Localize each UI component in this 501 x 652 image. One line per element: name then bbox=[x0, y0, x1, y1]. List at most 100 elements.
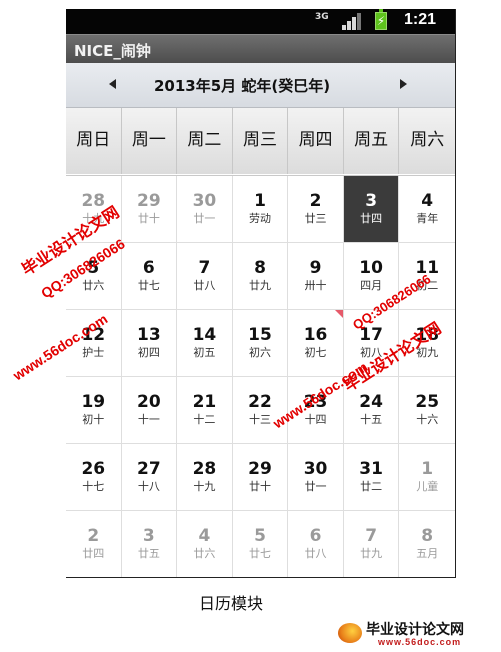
day-number: 18 bbox=[415, 325, 440, 345]
lunar-label: 廿十 bbox=[248, 480, 271, 493]
network-3g-icon: 3G bbox=[315, 12, 329, 22]
day-cell[interactable]: 25 十六 bbox=[399, 377, 455, 444]
lunar-label: 廿七 bbox=[248, 547, 271, 560]
day-cell[interactable]: 14 初五 bbox=[177, 310, 233, 377]
day-cell[interactable]: 1 劳动 bbox=[232, 176, 289, 243]
selected-day-cell[interactable]: 3 廿四 bbox=[343, 176, 400, 243]
day-cell[interactable]: 24 十五 bbox=[343, 377, 400, 444]
day-number: 6 bbox=[142, 258, 155, 278]
logo-mark-icon bbox=[338, 623, 362, 643]
figure-caption: 日历模块 bbox=[198, 594, 263, 613]
day-cell[interactable]: 7 廿九 bbox=[343, 511, 400, 577]
lunar-label: 十七 bbox=[82, 480, 105, 493]
day-cell[interactable]: 9 卅十 bbox=[288, 243, 344, 310]
lunar-label: 廿五 bbox=[137, 547, 160, 560]
day-number: 11 bbox=[415, 258, 440, 278]
day-number: 4 bbox=[198, 526, 211, 546]
weekday-header: 周日 周一 周二 周三 周四 周五 周六 bbox=[66, 108, 455, 174]
lunar-label: 廿七 bbox=[137, 279, 160, 292]
day-cell[interactable]: 7 廿八 bbox=[177, 243, 233, 310]
day-cell[interactable]: 5 廿七 bbox=[232, 511, 289, 577]
day-number: 7 bbox=[198, 258, 211, 278]
day-cell[interactable]: 1 儿童 bbox=[399, 444, 455, 511]
day-number: 20 bbox=[137, 392, 161, 412]
lunar-label: 护士 bbox=[82, 346, 105, 359]
weekday-sunday: 周日 bbox=[66, 108, 122, 174]
day-cell[interactable]: 26 十七 bbox=[66, 444, 122, 511]
lunar-label: 十六 bbox=[416, 413, 439, 426]
lunar-label: 初四 bbox=[137, 346, 160, 359]
day-cell[interactable]: 4 青年 bbox=[399, 176, 455, 243]
day-number: 19 bbox=[81, 392, 106, 412]
lunar-label: 初九 bbox=[416, 346, 439, 359]
day-cell[interactable]: 2 廿四 bbox=[66, 511, 122, 577]
lunar-label: 初二 bbox=[416, 279, 439, 292]
day-number: 9 bbox=[309, 258, 322, 278]
day-cell[interactable]: 12 护士 bbox=[66, 310, 122, 377]
day-cell[interactable]: 8 廿九 bbox=[232, 243, 289, 310]
day-cell[interactable]: 30 廿一 bbox=[288, 444, 344, 511]
status-bar: 3G ⚡ 1:21 bbox=[66, 9, 455, 34]
day-cell[interactable]: 29 廿十 bbox=[232, 444, 289, 511]
day-cell[interactable]: 16 初七 bbox=[288, 310, 344, 377]
lunar-label: 劳动 bbox=[248, 212, 271, 225]
day-number: 28 bbox=[81, 191, 106, 211]
day-number: 26 bbox=[81, 459, 106, 479]
day-number: 3 bbox=[142, 526, 155, 546]
day-number: 6 bbox=[309, 526, 322, 546]
day-cell[interactable]: 11 初二 bbox=[399, 243, 455, 310]
logo-text: 毕业设计论文网 bbox=[366, 622, 464, 638]
lunar-label: 廿一 bbox=[304, 480, 327, 493]
day-cell[interactable]: 21 十二 bbox=[177, 377, 233, 444]
day-number: 22 bbox=[248, 392, 272, 412]
day-cell[interactable]: 6 廿七 bbox=[121, 243, 178, 310]
logo-url: www.56doc.com bbox=[378, 637, 462, 647]
day-number: 7 bbox=[365, 526, 378, 546]
lunar-label: 廿二 bbox=[360, 480, 383, 493]
day-number: 2 bbox=[87, 526, 100, 546]
event-marker-icon bbox=[334, 310, 343, 318]
lunar-label: 十一 bbox=[137, 413, 160, 426]
day-number: 1 bbox=[254, 191, 266, 211]
day-cell[interactable]: 27 十八 bbox=[121, 444, 178, 511]
day-cell[interactable]: 28 十九 bbox=[177, 444, 233, 511]
month-title: 2013年5月 蛇年(癸巳年) bbox=[154, 77, 331, 95]
lunar-label: 初十 bbox=[82, 413, 105, 426]
day-number: 16 bbox=[303, 325, 328, 345]
day-cell[interactable]: 15 初六 bbox=[232, 310, 289, 377]
day-cell[interactable]: 8 五月 bbox=[399, 511, 455, 577]
lunar-label: 廿六 bbox=[193, 547, 216, 560]
day-cell[interactable]: 20 十一 bbox=[121, 377, 178, 444]
day-cell[interactable]: 22 十三 bbox=[232, 377, 289, 444]
app-title-bar: NICE_闹钟 bbox=[66, 34, 455, 63]
day-cell[interactable]: 18 初九 bbox=[399, 310, 455, 377]
day-cell[interactable]: 6 廿八 bbox=[288, 511, 344, 577]
lunar-label: 儿童 bbox=[416, 480, 439, 493]
day-cell[interactable]: 23 十四 bbox=[288, 377, 344, 444]
day-cell[interactable]: 19 初十 bbox=[66, 377, 122, 444]
day-cell[interactable]: 28 十九 bbox=[66, 176, 122, 243]
lunar-label: 廿八 bbox=[193, 279, 216, 292]
day-cell[interactable]: 2 廿三 bbox=[288, 176, 344, 243]
day-cell[interactable]: 4 廿六 bbox=[177, 511, 233, 577]
day-number: 29 bbox=[248, 459, 272, 479]
lunar-label: 十五 bbox=[360, 413, 383, 426]
day-cell[interactable]: 30 廿一 bbox=[177, 176, 233, 243]
site-logo: 毕业设计论文网 www.56doc.com bbox=[338, 618, 496, 648]
day-number: 1 bbox=[421, 459, 434, 479]
day-cell[interactable]: 17 初八 bbox=[343, 310, 400, 377]
previous-month-icon[interactable] bbox=[107, 76, 121, 92]
lunar-label: 廿三 bbox=[304, 212, 327, 225]
day-cell[interactable]: 3 廿五 bbox=[121, 511, 178, 577]
day-cell[interactable]: 5 廿六 bbox=[66, 243, 122, 310]
lunar-label: 廿四 bbox=[360, 212, 383, 225]
status-clock: 1:21 bbox=[404, 11, 437, 28]
day-cell[interactable]: 13 初四 bbox=[121, 310, 178, 377]
day-cell[interactable]: 10 四月 bbox=[343, 243, 400, 310]
lunar-label: 青年 bbox=[416, 212, 439, 225]
lunar-label: 十四 bbox=[304, 413, 327, 426]
day-cell[interactable]: 31 廿二 bbox=[343, 444, 400, 511]
next-month-icon[interactable] bbox=[396, 76, 410, 92]
day-number: 30 bbox=[303, 459, 328, 479]
day-cell[interactable]: 29 廿十 bbox=[121, 176, 178, 243]
